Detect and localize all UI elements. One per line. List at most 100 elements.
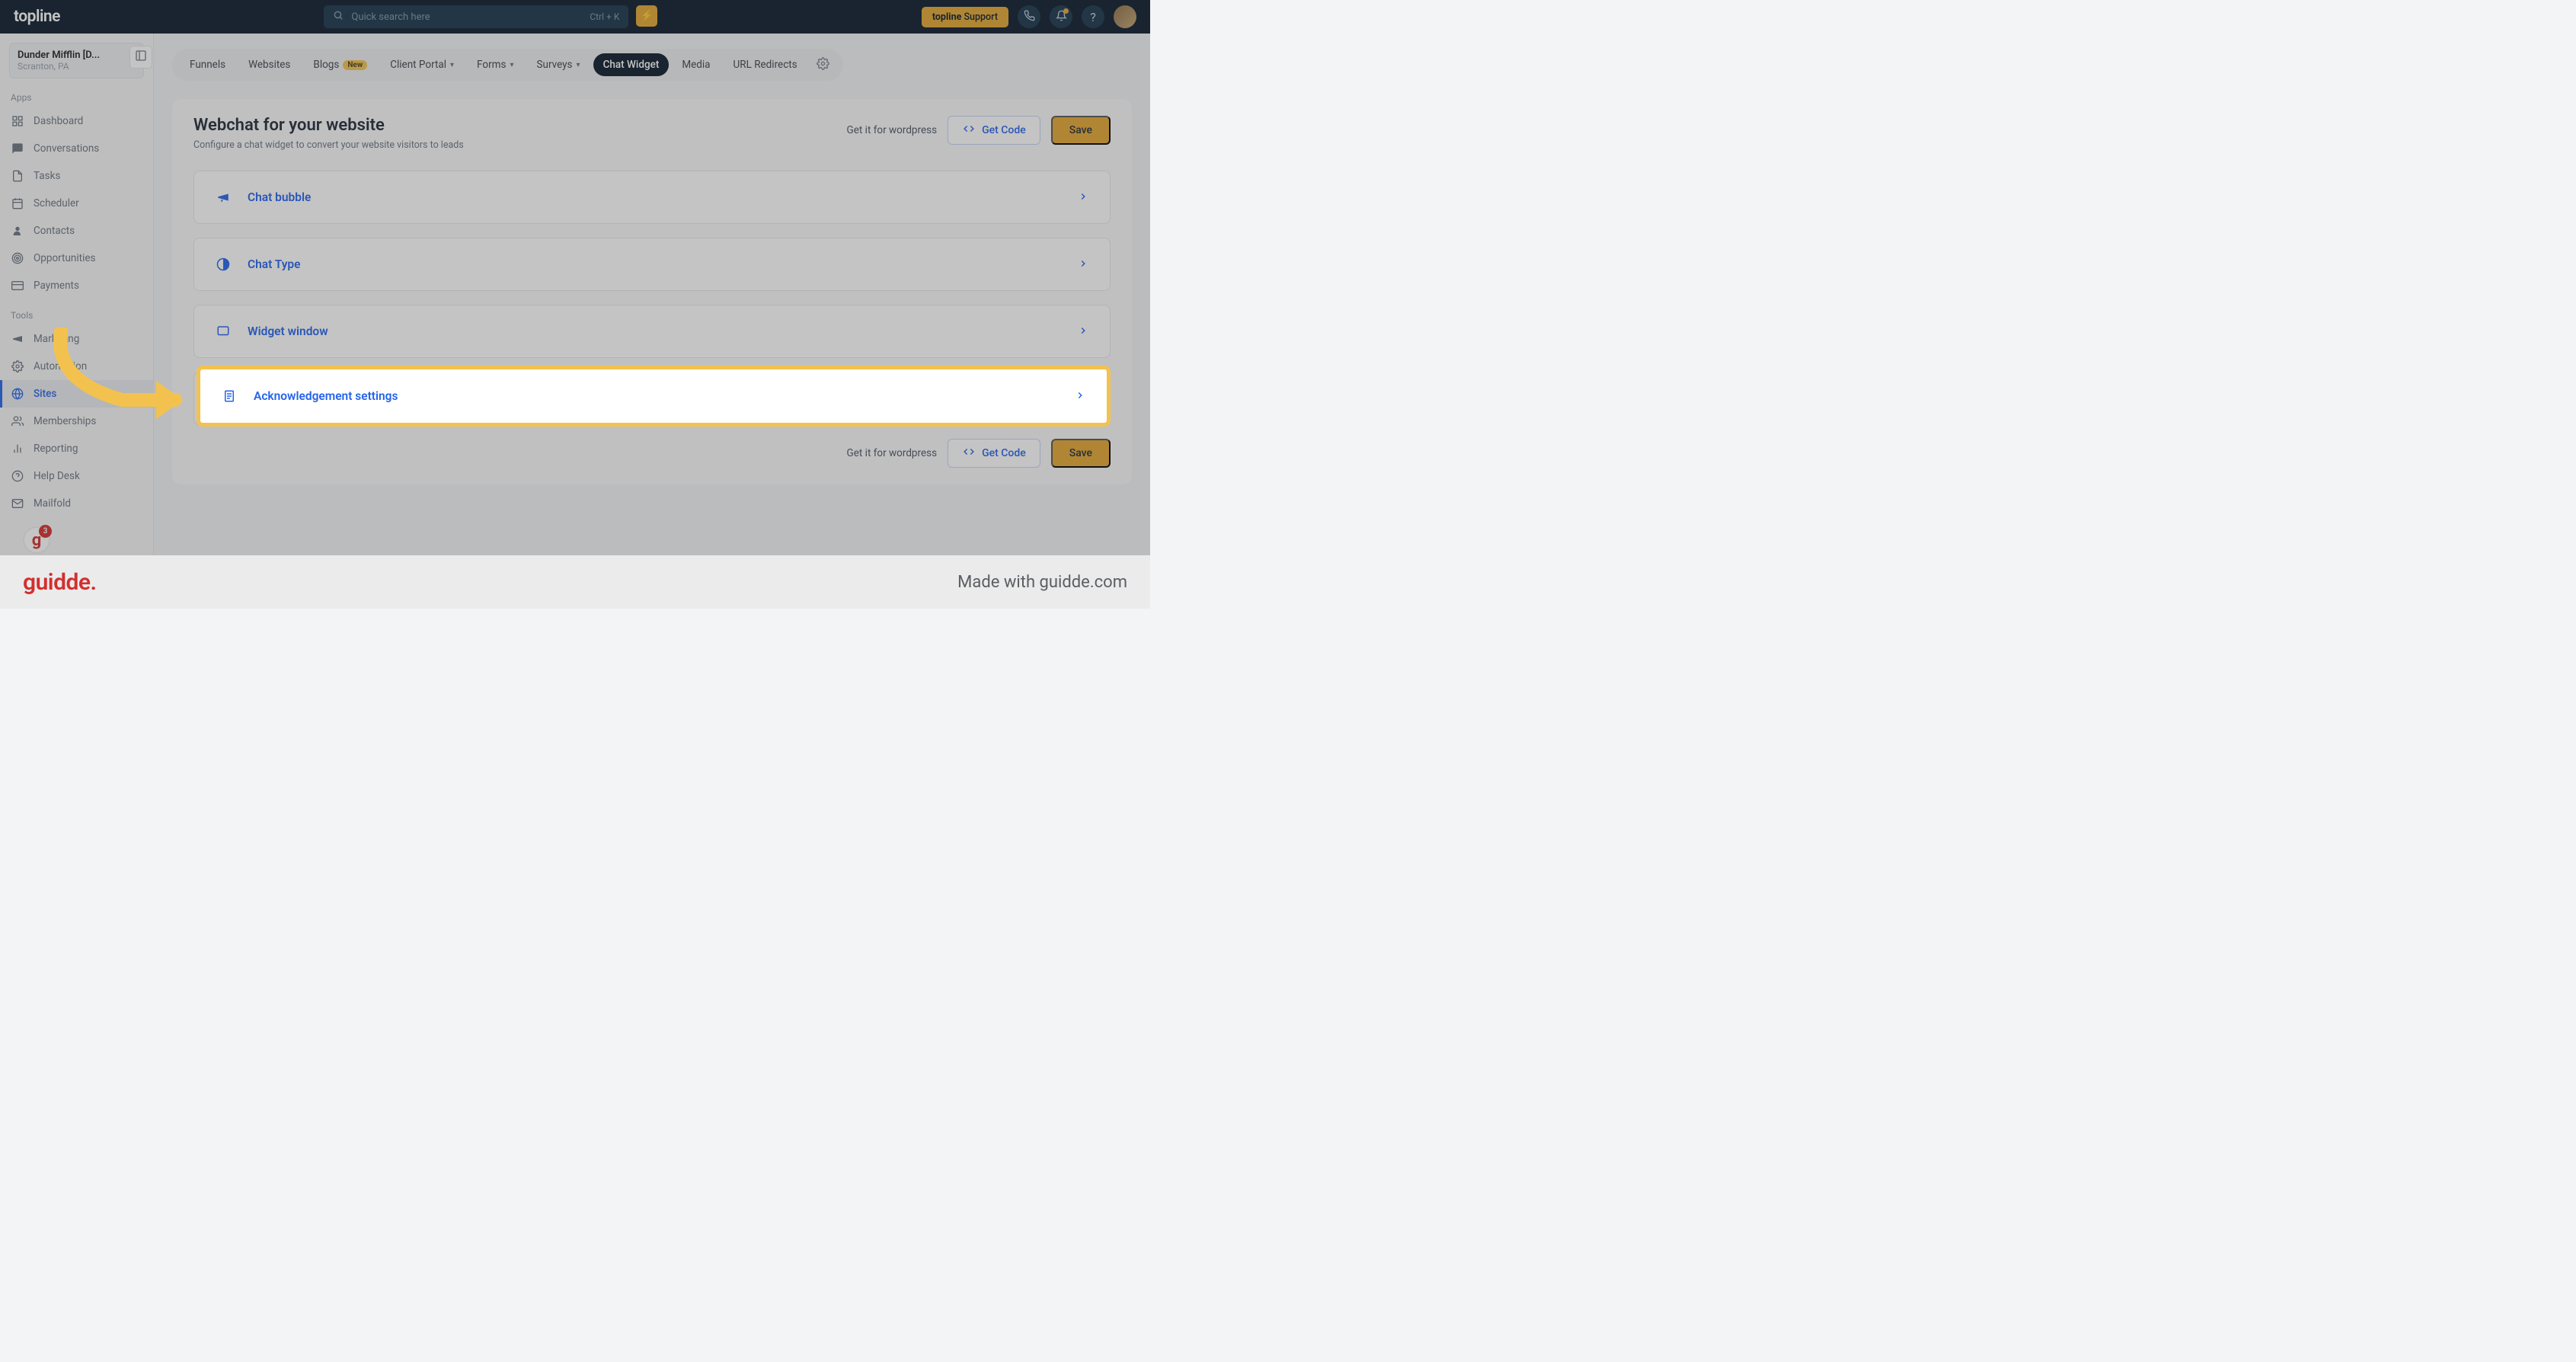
tab-forms[interactable]: Forms▾ <box>467 53 523 76</box>
gear-icon <box>11 360 24 373</box>
chevron-down-icon: ▾ <box>510 61 513 69</box>
sidebar-item-reporting[interactable]: Reporting <box>0 435 153 462</box>
chevron-right-icon <box>1078 257 1088 272</box>
tab-media[interactable]: Media <box>672 53 720 76</box>
new-badge: New <box>343 60 367 70</box>
accordion-chat-bubble[interactable]: Chat bubble <box>193 171 1111 224</box>
accordion-title: Chat bubble <box>248 190 1061 204</box>
chevron-right-icon <box>1075 389 1085 404</box>
highlight-acknowledgement-settings[interactable]: Acknowledgement settings <box>197 366 1111 427</box>
page-subtitle: Configure a chat widget to convert your … <box>193 139 464 151</box>
tab-url-redirects[interactable]: URL Redirects <box>724 53 807 76</box>
search-input[interactable]: Quick search here Ctrl + K <box>324 5 628 28</box>
account-name: Dunder Mifflin [D... <box>18 50 126 61</box>
nav-label: Conversations <box>34 142 99 155</box>
chevron-right-icon <box>1078 190 1088 205</box>
sidebar: Dunder Mifflin [D... Scranton, PA ▾ Apps… <box>0 34 154 555</box>
bullhorn-icon <box>216 190 231 205</box>
save-button-bottom[interactable]: Save <box>1051 439 1111 468</box>
tasks-icon <box>11 169 24 183</box>
contrast-icon <box>216 257 231 272</box>
tab-blogs[interactable]: BlogsNew <box>303 53 377 76</box>
accordion-widget-window[interactable]: Widget window <box>193 305 1111 358</box>
guidde-badge[interactable]: g 3 <box>23 526 50 554</box>
tab-settings[interactable] <box>810 54 836 76</box>
content-card: Webchat for your website Configure a cha… <box>172 99 1132 484</box>
account-switcher[interactable]: Dunder Mifflin [D... Scranton, PA ▾ <box>9 43 144 78</box>
sidebar-item-contacts[interactable]: Contacts <box>0 217 153 245</box>
sidebar-item-dashboard[interactable]: Dashboard <box>0 107 153 135</box>
save-button[interactable]: Save <box>1051 116 1111 145</box>
sidebar-item-payments[interactable]: Payments <box>0 272 153 299</box>
page-header: Webchat for your website Configure a cha… <box>193 116 1111 151</box>
phone-icon <box>1024 10 1035 24</box>
nav-label: Mailfold <box>34 497 71 510</box>
search-placeholder: Quick search here <box>351 11 430 23</box>
tab-funnels[interactable]: Funnels <box>180 53 235 76</box>
users-icon <box>11 414 24 428</box>
apps-section-label: Apps <box>0 82 153 107</box>
search-wrap: Quick search here Ctrl + K ⚡ <box>72 5 909 28</box>
notification-dot <box>1063 8 1069 14</box>
sidebar-item-mailfold[interactable]: Mailfold <box>0 490 153 517</box>
get-code-button[interactable]: Get Code <box>948 116 1040 145</box>
help-button[interactable]: ? <box>1082 5 1104 28</box>
accordion-title: Acknowledgement settings <box>254 389 1058 403</box>
tab-websites[interactable]: Websites <box>238 53 300 76</box>
notifications-button[interactable] <box>1050 5 1072 28</box>
wordpress-link-bottom[interactable]: Get it for wordpress <box>847 447 938 459</box>
guidde-logo: guidde. <box>23 569 97 596</box>
accordion-chat-type[interactable]: Chat Type <box>193 238 1111 291</box>
sidebar-item-opportunities[interactable]: Opportunities <box>0 245 153 272</box>
top-header: topline Quick search here Ctrl + K ⚡ top… <box>0 0 1150 34</box>
nav-label: Tasks <box>34 170 60 182</box>
nav-label: Scheduler <box>34 197 79 209</box>
sidebar-toggle[interactable] <box>129 46 152 69</box>
chevron-down-icon: ▾ <box>577 61 580 69</box>
mail-icon <box>11 497 24 510</box>
sidebar-item-helpdesk[interactable]: Help Desk <box>0 462 153 490</box>
account-location: Scranton, PA <box>18 61 126 72</box>
code-icon <box>962 123 976 137</box>
nav-label: Contacts <box>34 225 75 237</box>
dashboard-icon <box>11 114 24 128</box>
accordion-title: Chat Type <box>248 257 1061 271</box>
user-icon <box>11 224 24 238</box>
sidebar-item-tasks[interactable]: Tasks <box>0 162 153 190</box>
header-right: topline Support ? <box>922 5 1136 28</box>
badge-count: 3 <box>39 525 52 538</box>
tab-surveys[interactable]: Surveys▾ <box>526 53 590 76</box>
guidde-footer: guidde. Made with guidde.com <box>0 555 1150 609</box>
bolt-button[interactable]: ⚡ <box>636 5 657 27</box>
chat-icon <box>11 142 24 155</box>
wordpress-link[interactable]: Get it for wordpress <box>847 124 938 136</box>
arrow-annotation <box>46 328 198 437</box>
tab-chat-widget[interactable]: Chat Widget <box>593 53 670 76</box>
help-icon <box>11 469 24 483</box>
megaphone-icon <box>11 332 24 346</box>
nav-label: Dashboard <box>34 115 83 127</box>
sidebar-item-conversations[interactable]: Conversations <box>0 135 153 162</box>
tools-section-label: Tools <box>0 299 153 325</box>
chart-icon <box>11 442 24 456</box>
tab-client-portal[interactable]: Client Portal▾ <box>380 53 464 76</box>
bolt-icon: ⚡ <box>641 10 654 22</box>
app-logo: topline <box>14 8 60 26</box>
window-icon <box>216 324 231 339</box>
gear-icon <box>817 57 829 73</box>
form-icon <box>222 389 237 403</box>
get-code-button-bottom[interactable]: Get Code <box>948 439 1040 468</box>
made-with-text: Made with guidde.com <box>957 573 1127 592</box>
nav-label: Reporting <box>34 443 78 455</box>
nav-label: Help Desk <box>34 470 80 482</box>
sidebar-item-scheduler[interactable]: Scheduler <box>0 190 153 217</box>
search-icon <box>333 10 344 24</box>
phone-button[interactable] <box>1018 5 1040 28</box>
code-icon <box>962 446 976 460</box>
target-icon <box>11 251 24 265</box>
accordion-title: Widget window <box>248 325 1061 338</box>
support-button[interactable]: topline Support <box>922 7 1008 27</box>
user-avatar[interactable] <box>1114 5 1136 28</box>
chevron-right-icon <box>1078 325 1088 339</box>
globe-icon <box>11 387 24 401</box>
